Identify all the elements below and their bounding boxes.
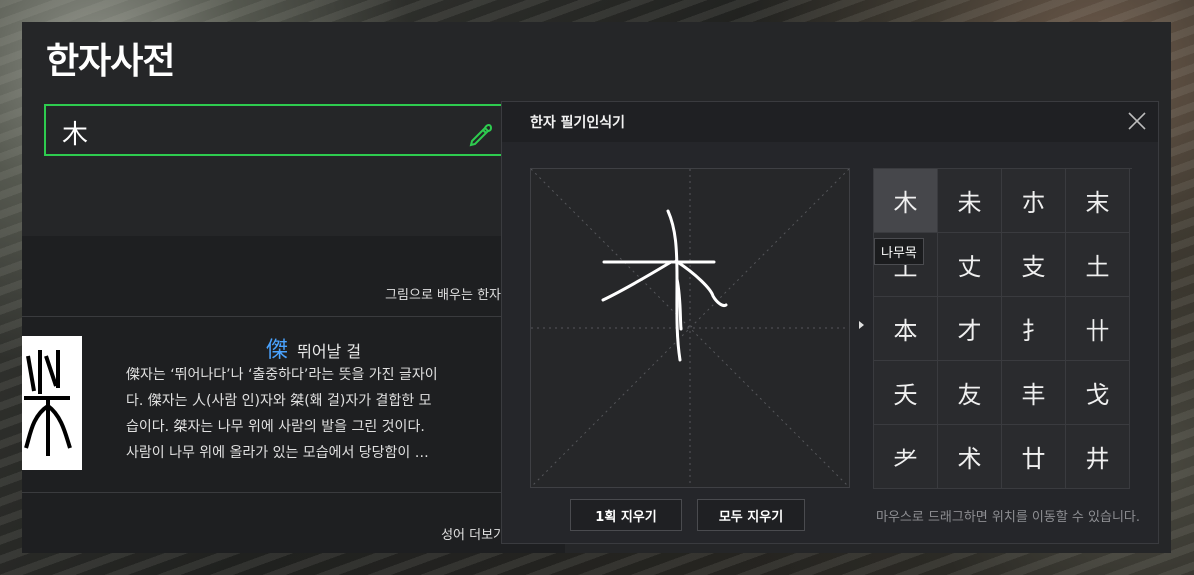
candidate-cell[interactable]: 支 (1002, 233, 1066, 297)
handwriting-recognizer-panel[interactable]: 한자 필기인식기 木 未 朩 末 土 丈 支 土 本 才 扌 卄 夭 友 丰 戈… (502, 102, 1158, 543)
candidate-cell[interactable]: 木 (874, 169, 938, 233)
candidate-tooltip: 나무목 (874, 238, 924, 265)
clear-all-button[interactable]: 모두 지우기 (697, 499, 805, 531)
content-panel: 그림으로 배우는 한자 더보기 傑 뛰어날 걸 傑자는 ‘뛰어나다’나 ‘출중하… (22, 236, 565, 553)
candidate-cell[interactable]: 土 (1066, 233, 1130, 297)
candidate-cell[interactable]: 井 (1066, 425, 1130, 489)
seal-script-glyph-icon (24, 350, 72, 456)
word-reading: 뛰어날 걸 (297, 342, 362, 361)
candidate-cell[interactable]: 术 (938, 425, 1002, 489)
divider (22, 492, 502, 493)
candidate-cell[interactable]: 友 (938, 361, 1002, 425)
candidate-grid: 木 未 朩 末 土 丈 支 土 本 才 扌 卄 夭 友 丰 戈 耂 术 廿 井 (873, 168, 1132, 489)
seal-script-image (22, 336, 82, 470)
word-description: 傑자는 ‘뛰어나다’나 ‘출중하다’라는 뜻을 가진 글자이 다. 傑자는 人(… (126, 362, 506, 466)
word-hanja[interactable]: 傑 (266, 338, 288, 363)
candidate-cell[interactable]: 廿 (1002, 425, 1066, 489)
candidate-cell[interactable]: 丰 (1002, 361, 1066, 425)
candidate-cell[interactable]: 戈 (1066, 361, 1130, 425)
clear-one-stroke-button[interactable]: 1획 지우기 (570, 499, 682, 531)
close-icon[interactable] (1126, 110, 1148, 132)
handwriting-pen-icon[interactable] (466, 119, 494, 147)
candidate-cell[interactable]: 本 (874, 297, 938, 361)
arrow-right-icon (859, 321, 864, 329)
candidate-cell[interactable]: 扌 (1002, 297, 1066, 361)
divider (22, 316, 502, 317)
candidate-cell[interactable]: 丈 (938, 233, 1002, 297)
drawn-strokes (601, 209, 728, 362)
candidate-cell[interactable]: 夭 (874, 361, 938, 425)
candidate-cell[interactable]: 朩 (1002, 169, 1066, 233)
search-input[interactable] (60, 114, 444, 150)
recognizer-header[interactable]: 한자 필기인식기 (502, 102, 1158, 142)
word-heading[interactable]: 傑 뛰어날 걸 (266, 332, 361, 364)
recognizer-title: 한자 필기인식기 (530, 115, 626, 131)
canvas-guide-grid (530, 168, 850, 488)
handwriting-canvas[interactable] (530, 168, 850, 488)
candidate-cell[interactable]: 未 (938, 169, 1002, 233)
idiom-more-link[interactable]: 성어 더보기 (441, 524, 505, 543)
candidate-cell[interactable]: 耂 (874, 425, 938, 489)
desc-line: 다. 傑자는 人(사람 인)자와 桀(홰 걸)자가 결합한 모 (126, 393, 432, 409)
page-title: 한자사전 (46, 41, 175, 82)
desc-line: 사람이 나무 위에 올라가 있는 모습에서 당당함이 … (126, 445, 429, 461)
desc-line: 傑자는 ‘뛰어나다’나 ‘출중하다’라는 뜻을 가진 글자이 (126, 367, 438, 383)
drag-hint: 마우스로 드래그하면 위치를 이동할 수 있습니다. (876, 510, 1140, 525)
search-box[interactable] (44, 104, 514, 156)
candidate-cell[interactable]: 卄 (1066, 297, 1130, 361)
desc-line: 습이다. 桀자는 나무 위에 사람의 발을 그린 것이다. (126, 419, 425, 435)
candidate-cell[interactable]: 才 (938, 297, 1002, 361)
candidate-cell[interactable]: 末 (1066, 169, 1130, 233)
